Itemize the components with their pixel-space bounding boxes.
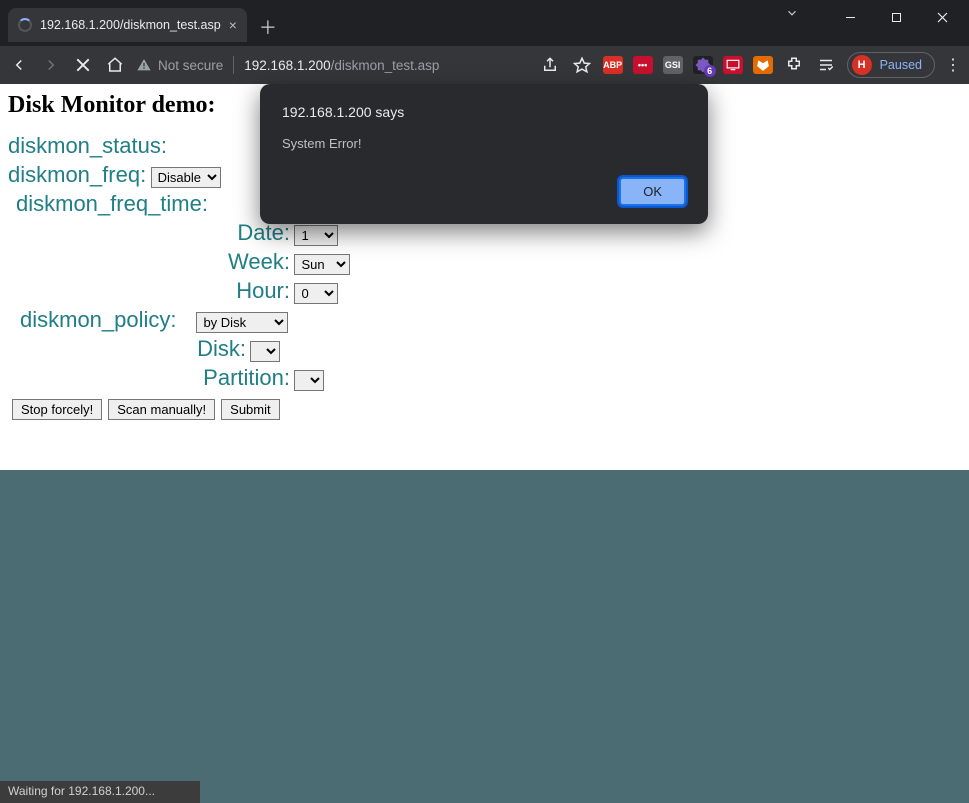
url-host: 192.168.1.200 (244, 58, 330, 73)
submit-button[interactable]: Submit (221, 399, 279, 420)
loading-spinner-icon (18, 18, 32, 32)
minimize-button[interactable] (829, 2, 871, 32)
dialog-ok-button[interactable]: OK (619, 177, 686, 206)
profile-paused-chip[interactable]: H Paused (847, 52, 935, 78)
browser-tab[interactable]: 192.168.1.200/diskmon_test.asp × (8, 8, 247, 42)
diskmon-freq-time-label: diskmon_freq_time: (16, 191, 208, 217)
url-display[interactable]: 192.168.1.200/diskmon_test.asp (244, 58, 439, 73)
scan-manually-button[interactable]: Scan manually! (108, 399, 215, 420)
extension-badge-count: 6 (704, 65, 716, 77)
status-text: Waiting for 192.168.1.200... (8, 784, 155, 798)
extension-monitor-icon[interactable] (723, 56, 743, 74)
extensions-puzzle-icon[interactable] (783, 54, 805, 76)
not-secure-label: Not secure (158, 58, 223, 73)
extension-badge-icon[interactable]: 6 (693, 56, 713, 74)
browser-menu-icon[interactable]: ⋮ (945, 55, 961, 75)
disk-label: Disk: (8, 336, 246, 362)
warning-triangle-icon (136, 57, 152, 73)
diskmon-policy-select[interactable]: by Disk (196, 312, 288, 333)
partition-select[interactable] (294, 370, 324, 391)
diskmon-policy-label: diskmon_policy: (20, 307, 192, 333)
tab-title: 192.168.1.200/diskmon_test.asp (40, 18, 221, 32)
toolbar-right: ABP ••• GSI 6 H Paused ⋮ (539, 52, 961, 78)
extension-lastpass-icon[interactable]: ••• (633, 56, 653, 74)
address-bar: Not secure 192.168.1.200/diskmon_test.as… (0, 46, 969, 84)
stop-forcely-button[interactable]: Stop forcely! (12, 399, 102, 420)
diskmon-freq-select[interactable]: Disable (151, 167, 221, 188)
back-button[interactable] (8, 54, 30, 76)
paused-label: Paused (880, 58, 922, 72)
forward-button[interactable] (40, 54, 62, 76)
url-path: /diskmon_test.asp (331, 58, 440, 73)
close-tab-icon[interactable]: × (229, 17, 237, 33)
week-select[interactable]: Sun (294, 254, 350, 275)
new-tab-button[interactable]: ＋ (259, 14, 277, 40)
stop-reload-button[interactable] (72, 54, 94, 76)
status-bar: Waiting for 192.168.1.200... (0, 781, 200, 803)
extension-gsi-icon[interactable]: GSI (663, 56, 683, 74)
hour-label: Hour: (8, 278, 290, 304)
dialog-message: System Error! (282, 136, 686, 151)
tab-search-icon[interactable] (785, 6, 799, 20)
home-button[interactable] (104, 54, 126, 76)
date-select[interactable]: 1 (294, 225, 338, 246)
lower-panel (0, 470, 969, 781)
window-titlebar: 192.168.1.200/diskmon_test.asp × ＋ (0, 0, 969, 46)
reading-list-icon[interactable] (815, 54, 837, 76)
close-window-button[interactable] (921, 2, 963, 32)
partition-label: Partition: (8, 365, 290, 391)
site-security-indicator[interactable]: Not secure (136, 57, 223, 73)
maximize-button[interactable] (875, 2, 917, 32)
share-icon[interactable] (539, 54, 561, 76)
separator (233, 56, 234, 74)
disk-select[interactable] (250, 341, 280, 362)
dialog-title: 192.168.1.200 says (282, 104, 686, 120)
hour-select[interactable]: 0 (294, 283, 338, 304)
bookmark-star-icon[interactable] (571, 54, 593, 76)
window-controls (829, 2, 963, 32)
js-alert-dialog: 192.168.1.200 says System Error! OK (260, 84, 708, 224)
date-label: Date: (8, 220, 290, 246)
diskmon-status-label: diskmon_status: (8, 133, 167, 159)
avatar: H (852, 55, 872, 75)
extension-fox-icon[interactable] (753, 56, 773, 74)
week-label: Week: (8, 249, 290, 275)
extension-abp-icon[interactable]: ABP (603, 56, 623, 74)
diskmon-freq-label: diskmon_freq: (8, 162, 146, 188)
